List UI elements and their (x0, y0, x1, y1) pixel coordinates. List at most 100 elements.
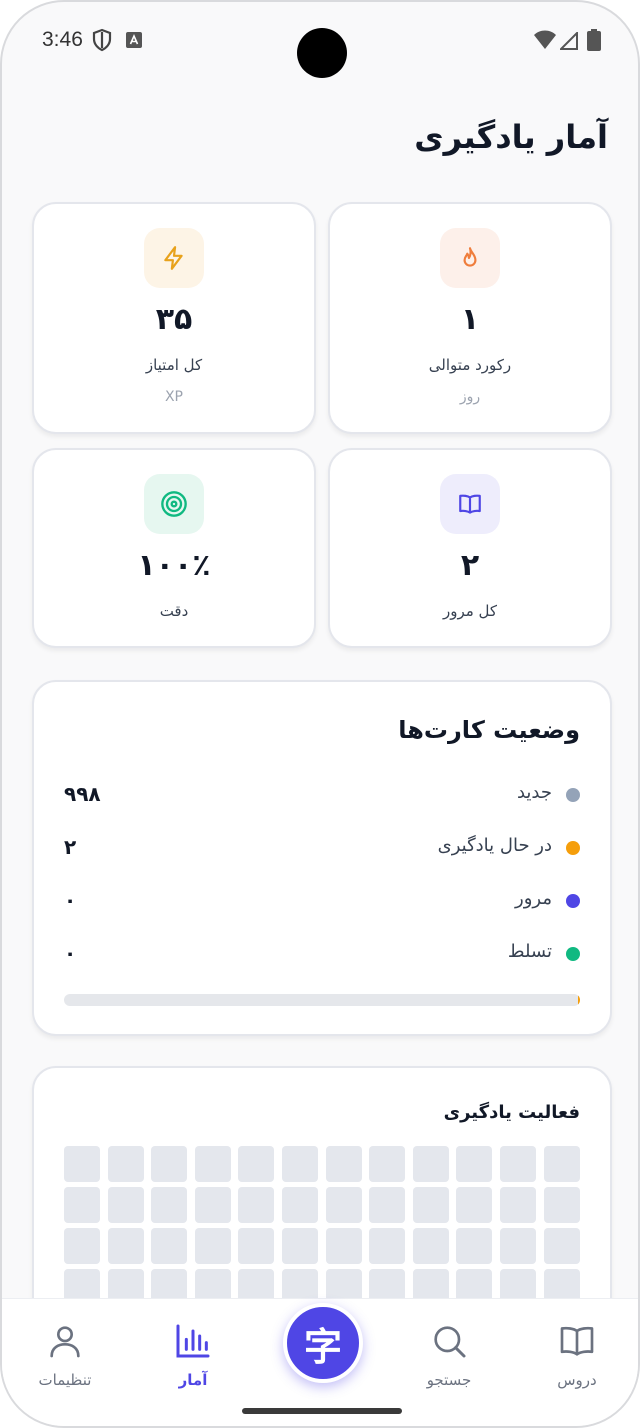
stat-value: ۱۰۰٪ (137, 548, 211, 583)
heatmap-cell (64, 1187, 100, 1223)
heatmap-cell (151, 1228, 188, 1264)
heatmap-cell (412, 1146, 449, 1182)
page-title: آمار یادگیری (414, 118, 608, 156)
search-icon (434, 1326, 466, 1358)
heatmap-cell (151, 1146, 188, 1182)
heatmap-cell (325, 1228, 362, 1264)
heatmap-cell (543, 1187, 580, 1223)
heatmap-cell (194, 1146, 231, 1182)
heatmap-cell (194, 1187, 231, 1223)
status-name: تسلط (507, 941, 552, 962)
heatmap-cell (325, 1146, 362, 1182)
card-progress-bar (64, 994, 580, 1006)
heatmap-cell (107, 1146, 144, 1182)
card-status-title: وضعیت کارت‌ها (398, 716, 580, 744)
heatmap-cell (238, 1228, 275, 1264)
status-bar: 3:46 (2, 2, 638, 82)
heatmap-cell (456, 1187, 493, 1223)
heatmap-cell (194, 1228, 231, 1264)
practice-fab-button[interactable]: 字 (283, 1303, 363, 1383)
heatmap-cell (543, 1146, 580, 1182)
heatmap-cell (412, 1228, 449, 1264)
heatmap-cell (281, 1146, 318, 1182)
nav-label: آمار (178, 1371, 208, 1389)
heatmap-cell (499, 1228, 536, 1264)
status-row-learning: ۲ در حال یادگیری (64, 833, 580, 863)
heatmap-cell (543, 1228, 580, 1264)
book-open-icon (560, 1326, 594, 1356)
heatmap-cell (107, 1228, 144, 1264)
status-dot (566, 788, 580, 802)
shield-icon (92, 28, 112, 52)
status-count: ۹۹۸ (64, 782, 101, 806)
heatmap-cell (281, 1228, 318, 1264)
heatmap-cell (238, 1187, 275, 1223)
stat-card-accuracy: ۱۰۰٪ دقت (32, 448, 316, 648)
status-count: ۰ (64, 941, 77, 965)
stat-icon-box (440, 228, 500, 288)
stat-card-streak: ۱ رکورد متوالی روز (328, 202, 612, 434)
heatmap-cell (151, 1187, 188, 1223)
progress-fill-learning (577, 994, 580, 1006)
heatmap-cell (64, 1228, 100, 1264)
stat-label: کل مرور (442, 602, 498, 620)
nav-item-search[interactable]: جستجو (394, 1321, 504, 1389)
heatmap-cell (499, 1146, 536, 1182)
stat-label: دقت (159, 602, 189, 620)
status-time: 3:46 (42, 28, 83, 51)
status-name: در حال یادگیری (437, 835, 552, 856)
heatmap-cell (456, 1146, 493, 1182)
lightning-icon (164, 246, 183, 270)
status-row-new: ۹۹۸ جدید (64, 780, 580, 810)
nav-label: جستجو (426, 1371, 472, 1389)
signal-icon (560, 32, 578, 50)
status-name: جدید (516, 782, 552, 803)
target-icon (161, 491, 187, 517)
stat-icon-box (144, 474, 204, 534)
heatmap-cell (107, 1187, 144, 1223)
status-count: ۲ (64, 835, 77, 859)
stat-unit: XP (164, 389, 184, 405)
wifi-icon (534, 30, 556, 49)
stat-icon-box (440, 474, 500, 534)
heatmap-cell (64, 1146, 100, 1182)
nav-item-stats[interactable]: آمار (138, 1321, 248, 1389)
battery-icon (587, 29, 601, 51)
bar-chart-icon (176, 1324, 210, 1358)
stat-card-xp: ۳۵ کل امتیاز XP (32, 202, 316, 434)
heatmap-cell (281, 1187, 318, 1223)
heatmap-cell (456, 1228, 493, 1264)
stat-value: ۳۵ (155, 302, 193, 337)
status-count: ۰ (64, 888, 77, 912)
heatmap-cell (412, 1187, 449, 1223)
heatmap-cell (325, 1187, 362, 1223)
stat-card-reviews: ۲ کل مرور (328, 448, 612, 648)
activity-heatmap (64, 1146, 580, 1305)
card-status-panel: وضعیت کارت‌ها ۹۹۸ جدید ۲ در حال یادگیری … (32, 680, 612, 1036)
stat-value: ۲ (460, 548, 480, 583)
stat-label: کل امتیاز (145, 356, 203, 374)
heatmap-cell (238, 1146, 275, 1182)
status-dot (566, 841, 580, 855)
flame-icon (463, 247, 477, 267)
stat-icon-box (144, 228, 204, 288)
status-row-mastered: ۰ تسلط (64, 939, 580, 969)
camera-cutout (297, 28, 347, 78)
keyboard-a-icon (126, 32, 142, 48)
heatmap-cell (369, 1228, 406, 1264)
activity-title: فعالیت یادگیری (443, 1102, 580, 1123)
status-row-review: ۰ مرور (64, 886, 580, 916)
status-dot (566, 894, 580, 908)
user-icon (50, 1326, 80, 1358)
nav-label: دروس (557, 1371, 597, 1389)
heatmap-cell (369, 1187, 406, 1223)
book-icon (459, 494, 481, 514)
nav-label: تنظیمات (38, 1371, 92, 1389)
nav-item-lessons[interactable]: دروس (522, 1321, 632, 1389)
nav-item-settings[interactable]: تنظیمات (10, 1321, 120, 1389)
heatmap-cell (369, 1146, 406, 1182)
stat-unit: روز (459, 389, 481, 405)
status-name: مرور (515, 888, 552, 909)
stat-label: رکورد متوالی (428, 356, 512, 374)
stat-value: ۱ (460, 302, 480, 337)
